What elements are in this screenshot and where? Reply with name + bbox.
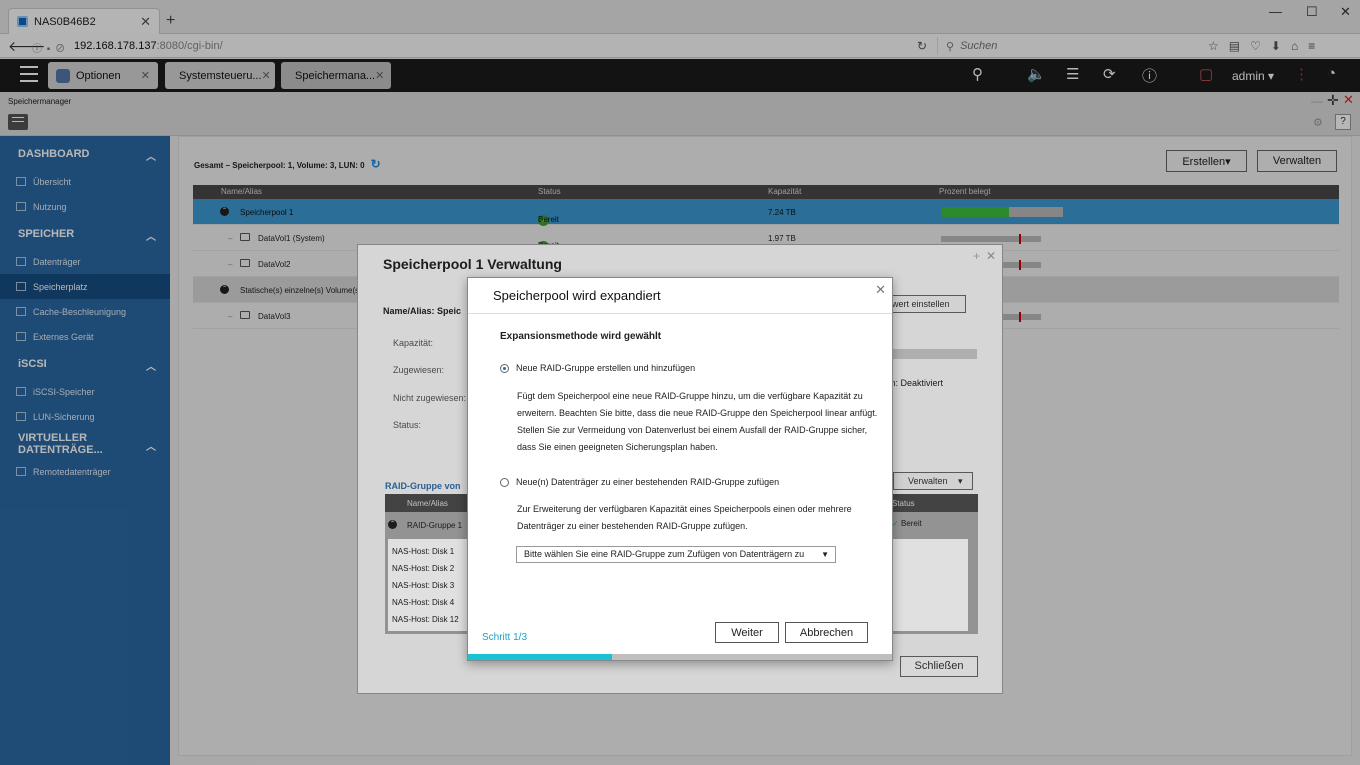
caret-down-icon: ▼ <box>821 550 829 559</box>
select-value: Bitte wählen Sie eine RAID-Gruppe zum Zu… <box>524 549 805 559</box>
description-line: Stellen Sie zur Vermeidung von Datenverl… <box>517 425 868 435</box>
description-line: Zur Erweiterung der verfügbaren Kapazitä… <box>517 504 852 514</box>
dialog-header: Speicherpool wird expandiert ✕ <box>468 278 892 314</box>
progress-fill <box>468 654 613 660</box>
step-progress-bar <box>468 654 892 660</box>
close-icon[interactable]: ✕ <box>875 282 886 298</box>
description-line: Fügt dem Speicherpool eine neue RAID-Gru… <box>517 391 863 401</box>
option-add-disks-label[interactable]: Neue(n) Datenträger zu einer bestehenden… <box>516 474 779 491</box>
description-line: Datenträger zu einer bestehenden RAID-Gr… <box>517 521 748 531</box>
expand-pool-dialog: Speicherpool wird expandiert ✕ Expansion… <box>467 277 893 661</box>
cancel-button[interactable]: Abbrechen <box>785 622 868 643</box>
option-new-raid-description: Fügt dem Speicherpool eine neue RAID-Gru… <box>517 388 877 456</box>
description-line: dass Sie einen geeigneten Sicherungsplan… <box>517 442 718 452</box>
next-button[interactable]: Weiter <box>715 622 779 643</box>
option-add-disks-description: Zur Erweiterung der verfügbaren Kapazitä… <box>517 501 852 535</box>
dialog-title: Speicherpool wird expandiert <box>493 288 661 303</box>
dialog-subtitle: Expansionsmethode wird gewählt <box>500 331 662 342</box>
description-line: erweitern. Beachten Sie bitte, dass die … <box>517 408 878 418</box>
option-new-raid-label[interactable]: Neue RAID-Gruppe erstellen und hinzufüge… <box>516 360 695 377</box>
option-new-raid-radio[interactable] <box>500 364 509 373</box>
option-add-disks-radio[interactable] <box>500 478 509 487</box>
step-indicator: Schritt 1/3 <box>482 632 528 643</box>
raid-group-select[interactable]: Bitte wählen Sie eine RAID-Gruppe zum Zu… <box>516 546 836 563</box>
